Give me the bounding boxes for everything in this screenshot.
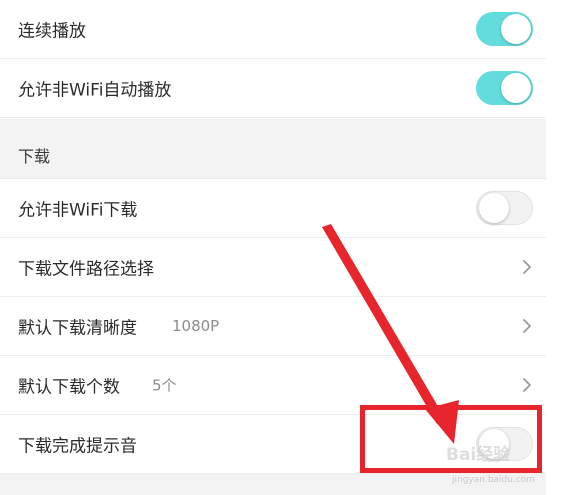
chevron-right-icon bbox=[523, 260, 531, 274]
default-quality-label: 默认下载清晰度 bbox=[18, 318, 137, 339]
row-continuous-play[interactable]: 连续播放 bbox=[0, 0, 546, 59]
continuous-play-label: 连续播放 bbox=[18, 21, 86, 42]
row-non-wifi-autoplay[interactable]: 允许非WiFi自动播放 bbox=[0, 59, 546, 118]
watermark-url: jingyan.baidu.com bbox=[452, 475, 536, 485]
non-wifi-autoplay-toggle[interactable] bbox=[476, 71, 533, 105]
row-default-quality[interactable]: 默认下载清晰度 1080P bbox=[0, 297, 546, 356]
settings-screen: 连续播放 允许非WiFi自动播放 下载 允许非WiFi下载 下载文件路径选择 默… bbox=[0, 0, 571, 495]
toggle-knob bbox=[501, 73, 531, 103]
download-section-header: 下载 bbox=[0, 119, 546, 179]
download-section-title: 下载 bbox=[18, 147, 51, 166]
non-wifi-download-label: 允许非WiFi下载 bbox=[18, 200, 138, 221]
default-count-label: 默认下载个数 bbox=[18, 377, 120, 398]
non-wifi-download-toggle[interactable] bbox=[476, 191, 533, 225]
right-margin bbox=[546, 0, 571, 495]
toggle-knob bbox=[479, 193, 509, 223]
default-count-value: 5个 bbox=[152, 376, 177, 395]
download-complete-sound-label: 下载完成提示音 bbox=[18, 436, 137, 457]
chevron-right-icon bbox=[523, 319, 531, 333]
download-path-label: 下载文件路径选择 bbox=[18, 259, 154, 280]
watermark-logo: Bai经验 bbox=[446, 445, 511, 465]
chevron-right-icon bbox=[523, 378, 531, 392]
default-quality-value: 1080P bbox=[172, 317, 220, 335]
row-non-wifi-download[interactable]: 允许非WiFi下载 bbox=[0, 179, 546, 238]
toggle-knob bbox=[501, 14, 531, 44]
continuous-play-toggle[interactable] bbox=[476, 12, 533, 46]
non-wifi-autoplay-label: 允许非WiFi自动播放 bbox=[18, 80, 172, 101]
row-download-path[interactable]: 下载文件路径选择 bbox=[0, 238, 546, 297]
